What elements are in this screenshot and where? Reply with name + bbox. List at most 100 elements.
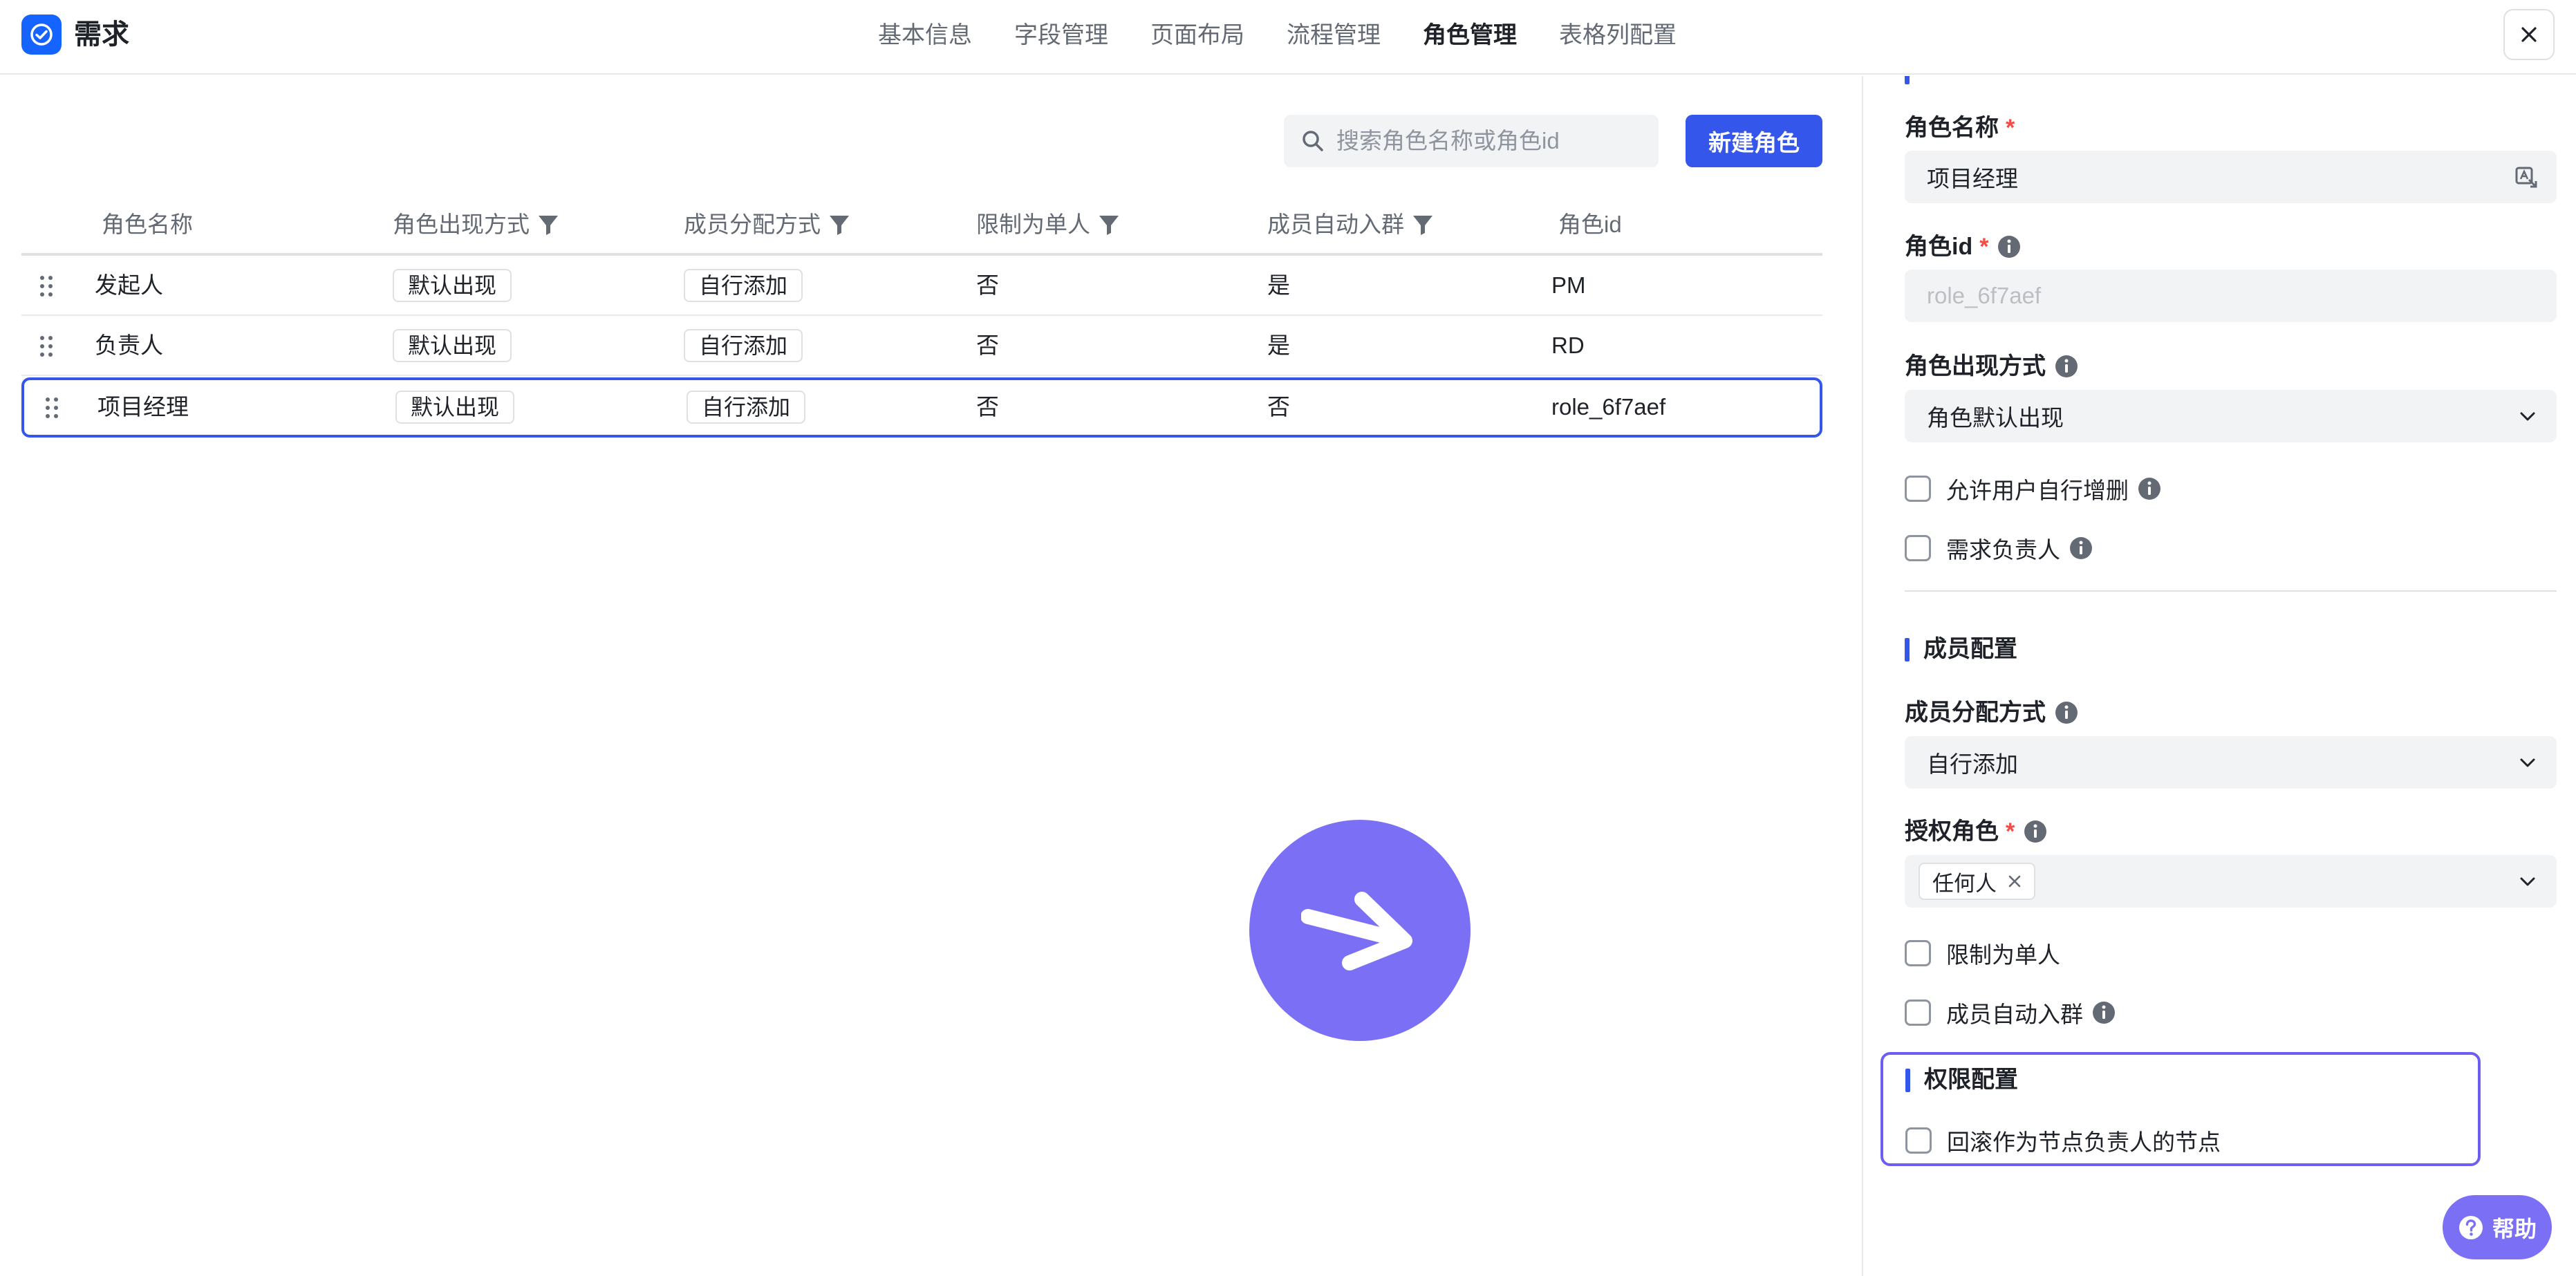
chevron-down-icon — [2520, 412, 2535, 421]
filter-icon[interactable] — [828, 213, 851, 236]
auth-role-select[interactable]: 任何人 — [1905, 855, 2557, 908]
label-text: 成员分配方式 — [1905, 700, 2046, 726]
filter-icon[interactable] — [1411, 213, 1435, 236]
table-row[interactable]: 负责人 默认出现 自行添加 否 是 RD — [21, 316, 1822, 376]
rollback-node-option[interactable]: 回滚作为节点负责人的节点 — [1905, 1124, 2221, 1157]
label-text: 角色id — [1905, 234, 1973, 260]
info-icon[interactable] — [2091, 1000, 2116, 1025]
top-header: 需求 基本信息 字段管理 页面布局 流程管理 角色管理 表格列配置 — [0, 0, 2576, 75]
required-mark: * — [1979, 234, 1989, 260]
label-text: 角色名称 — [1905, 115, 1999, 141]
search-icon — [1303, 131, 1323, 151]
cell-limit-single: 否 — [976, 332, 999, 358]
table-header: 角色名称 角色出现方式 成员分配方式 限制为单人 成员自动入群 角色id — [21, 194, 1822, 256]
section-bar — [1905, 76, 1910, 84]
allow-user-edit-option[interactable]: 允许用户自行增删 — [1905, 472, 2162, 505]
section-bar — [1905, 1069, 1910, 1092]
info-icon[interactable] — [2069, 536, 2093, 561]
table-row-selected[interactable]: 项目经理 默认出现 自行添加 否 否 role_6f7aef — [21, 377, 1822, 438]
appear-mode-select[interactable]: 角色默认出现 — [1905, 390, 2557, 442]
new-role-button[interactable]: 新建角色 — [1686, 115, 1822, 167]
limit-single-checkbox[interactable] — [1905, 940, 1931, 966]
rollback-node-checkbox[interactable] — [1905, 1127, 1932, 1154]
help-button[interactable]: 帮助 — [2443, 1195, 2552, 1259]
tab-role-management[interactable]: 角色管理 — [1423, 18, 1517, 53]
assign-mode-select[interactable]: 自行添加 — [1905, 736, 2557, 789]
info-icon[interactable] — [2023, 819, 2048, 844]
assign-mode-tag: 自行添加 — [687, 391, 806, 424]
drag-handle-icon[interactable] — [37, 272, 56, 300]
required-mark: * — [2006, 115, 2015, 141]
arrow-right-icon — [1301, 892, 1412, 970]
appear-mode-tag: 默认出现 — [393, 329, 512, 362]
info-icon[interactable] — [2054, 700, 2079, 725]
remove-chip-icon[interactable] — [2006, 873, 2023, 890]
auto-join-group-option[interactable]: 成员自动入群 — [1905, 996, 2116, 1029]
nav-tabs: 基本信息 字段管理 页面布局 流程管理 角色管理 表格列配置 — [878, 18, 1719, 53]
section-bar — [1905, 638, 1910, 662]
allow-user-edit-checkbox[interactable] — [1905, 476, 1931, 502]
role-id-field: role_6f7aef — [1905, 270, 2557, 322]
limit-single-option[interactable]: 限制为单人 — [1905, 937, 2060, 970]
cell-limit-single: 否 — [976, 272, 999, 298]
permission-config-box: 权限配置 回滚作为节点负责人的节点 — [1880, 1052, 2481, 1166]
option-label: 允许用户自行增删 — [1946, 478, 2129, 503]
role-name-field[interactable]: 项目经理 — [1905, 151, 2557, 203]
column-label: 角色id — [1558, 212, 1622, 237]
demand-owner-option[interactable]: 需求负责人 — [1905, 532, 2093, 565]
demand-owner-checkbox[interactable] — [1905, 535, 1931, 561]
label-text: 授权角色 — [1905, 818, 1999, 845]
label-text: 角色出现方式 — [1905, 353, 2046, 379]
assign-mode-label: 成员分配方式 — [1905, 697, 2079, 728]
cell-role-id: RD — [1551, 332, 1585, 358]
column-role-id: 角色id — [1558, 209, 1622, 241]
close-button[interactable] — [2503, 9, 2555, 60]
cell-role-id: role_6f7aef — [1551, 394, 1666, 420]
info-icon[interactable] — [2054, 354, 2079, 379]
appear-mode-tag: 默认出现 — [395, 391, 515, 424]
role-id-label: 角色id * — [1905, 232, 2022, 262]
tab-table-column-config[interactable]: 表格列配置 — [1559, 18, 1677, 53]
filter-icon[interactable] — [1097, 213, 1121, 236]
cell-auto-join-group: 否 — [1267, 394, 1290, 420]
drag-handle-icon[interactable] — [42, 394, 62, 422]
assign-mode-tag: 自行添加 — [684, 329, 803, 362]
column-label: 成员自动入群 — [1267, 212, 1404, 237]
column-label: 角色出现方式 — [393, 212, 530, 237]
drag-handle-icon[interactable] — [37, 332, 56, 360]
info-icon[interactable] — [1997, 234, 2022, 259]
translate-icon[interactable] — [2514, 165, 2539, 189]
option-label: 回滚作为节点负责人的节点 — [1947, 1129, 2221, 1155]
help-label: 帮助 — [2492, 1216, 2537, 1241]
auth-role-label: 授权角色 * — [1905, 816, 2048, 847]
filter-icon[interactable] — [536, 213, 560, 236]
search-input[interactable] — [1336, 128, 1641, 154]
tab-field-management[interactable]: 字段管理 — [1014, 18, 1108, 53]
cursor-arrow-overlay — [1249, 820, 1471, 1041]
search-box[interactable] — [1284, 115, 1659, 167]
option-label: 成员自动入群 — [1946, 1002, 2083, 1027]
option-label: 限制为单人 — [1946, 942, 2060, 968]
auto-join-group-checkbox[interactable] — [1905, 1000, 1931, 1026]
cell-role-name: 负责人 — [95, 332, 163, 358]
tab-process-management[interactable]: 流程管理 — [1287, 18, 1381, 53]
role-table: 角色名称 角色出现方式 成员分配方式 限制为单人 成员自动入群 角色id 发起人… — [21, 194, 1822, 438]
section-divider — [1905, 590, 2557, 592]
role-id-value: role_6f7aef — [1927, 283, 2042, 308]
member-config-title: 成员配置 — [1923, 636, 2017, 662]
info-icon[interactable] — [2137, 476, 2162, 501]
required-mark: * — [2006, 818, 2015, 845]
option-label: 需求负责人 — [1946, 537, 2060, 563]
tab-page-layout[interactable]: 页面布局 — [1150, 18, 1244, 53]
cell-auto-join-group: 是 — [1267, 272, 1290, 298]
cell-role-id: PM — [1551, 272, 1586, 298]
chevron-down-icon — [2520, 877, 2535, 886]
column-auto-join-group: 成员自动入群 — [1267, 209, 1435, 241]
chevron-down-icon — [2520, 758, 2535, 767]
close-icon — [2521, 27, 2537, 42]
auth-role-chip: 任何人 — [1919, 863, 2035, 900]
table-row[interactable]: 发起人 默认出现 自行添加 否 是 PM — [21, 256, 1822, 316]
tab-basic-info[interactable]: 基本信息 — [878, 18, 972, 53]
appear-mode-label: 角色出现方式 — [1905, 351, 2079, 382]
chip-label: 任何人 — [1932, 871, 1997, 896]
